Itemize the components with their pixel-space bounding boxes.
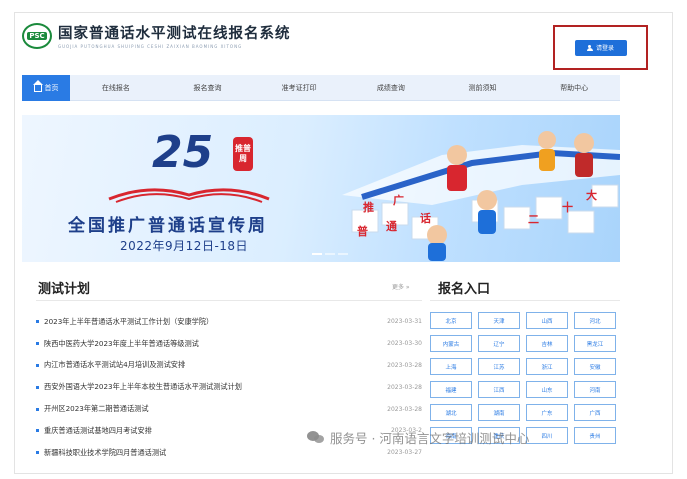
banner-tile: 广 [393, 194, 404, 207]
banner-illustration [342, 131, 620, 261]
bullet-icon [36, 363, 39, 367]
nav-item-help-center[interactable]: 帮助中心 [528, 75, 620, 101]
plan-item-title: 内江市普通话水平测试站4月培训及测试安排 [44, 360, 186, 370]
list-item[interactable]: 开州区2023年第二期普通话测试 2023-03-28 [36, 398, 422, 420]
region-button[interactable]: 江苏 [478, 358, 520, 375]
home-icon [32, 80, 43, 92]
region-button[interactable]: 安徽 [574, 358, 616, 375]
banner-badge: 推普 周 [233, 137, 253, 171]
carousel-dot[interactable] [338, 253, 348, 255]
banner-tile: 推 [363, 201, 374, 214]
divider [430, 300, 620, 301]
nav-item-home[interactable]: 首页 [22, 74, 70, 101]
plan-item-title: 陕西中医药大学2023年度上半年普通话等级测试 [44, 338, 199, 348]
list-item[interactable]: 陕西中医药大学2023年度上半年普通话等级测试 2023-03-30 [36, 333, 422, 355]
promo-banner[interactable]: 25 推普 周 全国推广普通话宣传周 2022年9月12日-18日 推 广 普 … [22, 115, 620, 262]
plan-item-title: 开州区2023年第二期普通话测试 [44, 404, 149, 414]
banner-tile: 话 [420, 212, 431, 225]
banner-number: 25 [152, 127, 214, 178]
plan-item-title: 2023年上半年普通话水平测试工作计划（安康学院） [44, 316, 214, 326]
wechat-watermark: 服务号 · 河南语言文字培训测试中心 [307, 428, 529, 447]
bullet-icon [36, 385, 39, 389]
carousel-dot[interactable] [312, 253, 322, 255]
login-highlight-box: 请登录 [553, 25, 648, 70]
region-button[interactable]: 吉林 [526, 335, 568, 352]
region-button[interactable]: 辽宁 [478, 335, 520, 352]
user-icon [586, 44, 593, 51]
plan-item-date: 2023-03-28 [387, 383, 422, 391]
region-button[interactable]: 浙江 [526, 358, 568, 375]
region-button[interactable]: 北京 [430, 312, 472, 329]
region-grid: 北京 天津 山西 河北 内蒙古 辽宁 吉林 黑龙江 上海 江苏 浙江 安徽 福建… [430, 312, 620, 444]
region-button[interactable]: 福建 [430, 381, 472, 398]
list-item[interactable]: 2023年上半年普通话水平测试工作计划（安康学院） 2023-03-31 [36, 311, 422, 333]
nav-item-online-registration[interactable]: 在线报名 [70, 75, 162, 101]
banner-headline: 全国推广普通话宣传周 [68, 216, 268, 236]
logo-badge-text: PSC [27, 31, 47, 40]
plan-item-title: 西安外国语大学2023年上半年本校生普通话水平测试测试计划 [44, 382, 242, 392]
test-plan-more-link[interactable]: 更多 » [392, 282, 410, 291]
plan-item-date: 2023-03-28 [387, 361, 422, 369]
banner-tile: 十 [562, 201, 573, 214]
banner-tile: 通 [386, 220, 397, 233]
plan-item-date: 2023-03-27 [387, 449, 422, 457]
site-subtitle: GUOJIA PUTONGHUA SHUIPING CESHI ZAIXIAN … [58, 44, 243, 49]
region-button[interactable]: 河北 [574, 312, 616, 329]
plan-item-title: 新疆科技职业技术学院四月普通话测试 [44, 447, 167, 457]
nav-item-score-query[interactable]: 成绩查询 [345, 75, 437, 101]
nav-item-admission-ticket-print[interactable]: 准考证打印 [253, 75, 345, 101]
region-button[interactable]: 黑龙江 [574, 335, 616, 352]
plan-item-date: 2023-03-28 [387, 405, 422, 413]
bullet-icon [36, 429, 39, 433]
nav-label: 首页 [44, 83, 59, 92]
banner-date: 2022年9月12日-18日 [120, 239, 249, 253]
test-plan-title: 测试计划 [38, 282, 91, 297]
bullet-icon [36, 407, 39, 411]
region-button[interactable]: 广西 [574, 404, 616, 421]
region-button[interactable]: 天津 [478, 312, 520, 329]
registration-entry-title: 报名入口 [438, 282, 491, 297]
banner-badge-top: 推普 [235, 144, 251, 153]
region-button[interactable]: 山东 [526, 381, 568, 398]
plan-item-date: 2023-03-30 [387, 340, 422, 348]
login-label: 请登录 [595, 46, 614, 52]
plan-item-title: 重庆普通话测试基地四月考试安排 [44, 425, 152, 435]
region-button[interactable]: 上海 [430, 358, 472, 375]
main-nav: 首页 在线报名 报名查询 准考证打印 成绩查询 测前须知 帮助中心 [22, 74, 620, 101]
plan-item-date: 2023-03-31 [387, 318, 422, 326]
bullet-icon [36, 451, 39, 455]
list-item[interactable]: 内江市普通话水平测试站4月培训及测试安排 2023-03-28 [36, 355, 422, 377]
nav-item-test-notice[interactable]: 测前须知 [437, 75, 529, 101]
psc-logo-icon: PSC [22, 22, 52, 49]
bullet-icon [36, 320, 39, 324]
nav-item-registration-query[interactable]: 报名查询 [162, 75, 254, 101]
region-button[interactable]: 内蒙古 [430, 335, 472, 352]
site-title: 国家普通话水平测试在线报名系统 [58, 25, 291, 42]
login-button[interactable]: 请登录 [574, 39, 627, 56]
banner-tile: 二 [528, 213, 539, 226]
banner-tile: 大 [586, 189, 597, 202]
banner-carousel-dots [312, 253, 348, 255]
region-button[interactable]: 湖北 [430, 404, 472, 421]
region-button[interactable]: 广东 [526, 404, 568, 421]
banner-tile: 普 [357, 225, 368, 238]
list-item[interactable]: 西安外国语大学2023年上半年本校生普通话水平测试测试计划 2023-03-28 [36, 376, 422, 398]
carousel-dot[interactable] [325, 253, 335, 255]
site-logo[interactable]: PSC 国家普通话水平测试在线报名系统 GUOJIA PUTONGHUA SHU… [22, 22, 291, 49]
divider [36, 300, 422, 301]
watermark-text: 服务号 · 河南语言文字培训测试中心 [330, 431, 530, 446]
open-book-icon [108, 188, 270, 203]
region-button[interactable]: 河南 [574, 381, 616, 398]
region-button[interactable]: 四川 [526, 427, 568, 444]
bullet-icon [36, 342, 39, 346]
region-button[interactable]: 山西 [526, 312, 568, 329]
banner-badge-bottom: 周 [239, 154, 247, 163]
region-button[interactable]: 江西 [478, 381, 520, 398]
region-button[interactable]: 湖南 [478, 404, 520, 421]
region-button[interactable]: 贵州 [574, 427, 616, 444]
wechat-icon [307, 430, 325, 445]
